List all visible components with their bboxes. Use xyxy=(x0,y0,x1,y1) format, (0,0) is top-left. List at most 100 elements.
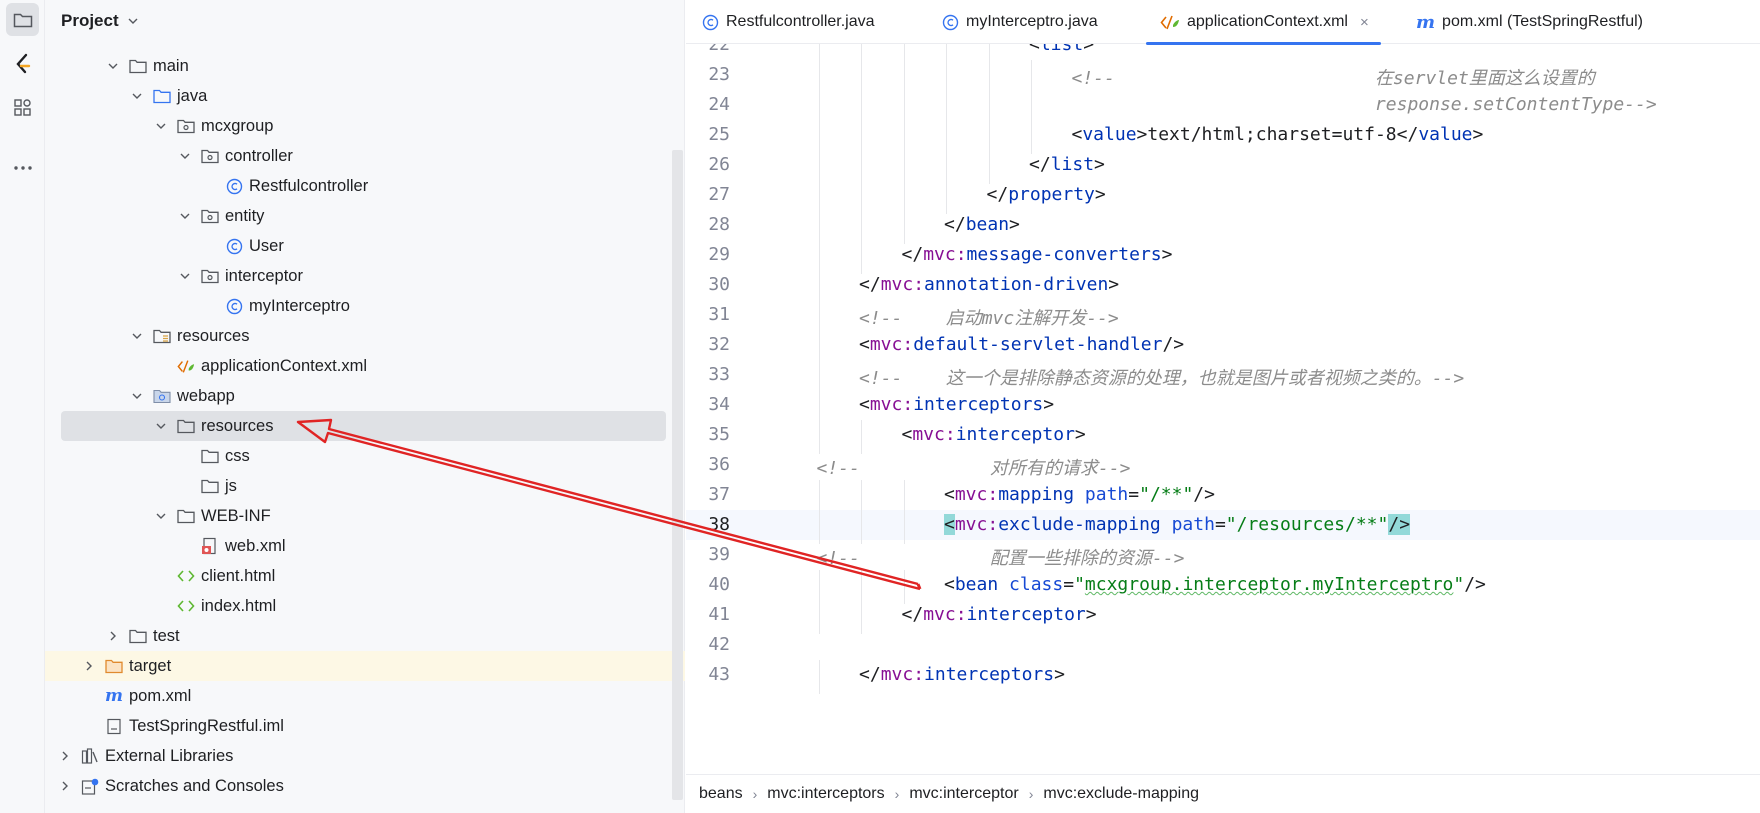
tree-item[interactable]: resources xyxy=(45,321,685,351)
line-number: 37 xyxy=(708,484,730,505)
tree-item[interactable]: test xyxy=(45,621,685,651)
tree-item[interactable]: web.xml xyxy=(45,531,685,561)
tree-item[interactable]: entity xyxy=(45,201,685,231)
code-line[interactable]: 28 </bean> xyxy=(686,210,1760,244)
folder-icon xyxy=(129,57,147,75)
code-token: interceptors xyxy=(924,664,1055,685)
chevron-down-icon[interactable] xyxy=(153,418,169,434)
code-line[interactable]: 26 </list> xyxy=(686,150,1760,184)
tree-item[interactable]: User xyxy=(45,231,685,261)
project-panel-title: Project xyxy=(61,11,119,30)
breadcrumb-item[interactable]: beans xyxy=(699,785,743,803)
tree-item[interactable]: TestSpringRestful.iml xyxy=(45,711,685,741)
code-text: <!-- 这一个是排除静态资源的处理，也就是图片或者视频之类的。--> xyxy=(859,364,1464,390)
tab-label: applicationContext.xml xyxy=(1187,13,1348,30)
tree-item[interactable]: mcxgroup xyxy=(45,111,685,141)
tree-item[interactable]: index.html xyxy=(45,591,685,621)
code-line[interactable]: 41 </mvc:interceptor> xyxy=(686,600,1760,634)
tree-item[interactable]: js xyxy=(45,471,685,501)
tree-item[interactable]: Restfulcontroller xyxy=(45,171,685,201)
code-line[interactable]: 23 <!-- 在servlet里面这么设置的 xyxy=(686,60,1760,94)
tree-item[interactable]: WEB-INF xyxy=(45,501,685,531)
code-line[interactable]: 42 xyxy=(686,630,1760,660)
project-tree-scrollbar[interactable] xyxy=(672,150,683,800)
tab-myinterceptro[interactable]: myInterceptro.java xyxy=(942,0,1098,44)
tree-item[interactable]: myInterceptro xyxy=(45,291,685,321)
tree-item[interactable]: m pom.xml xyxy=(45,681,685,711)
code-line[interactable]: 29 </mvc:message-converters> xyxy=(686,240,1760,274)
code-line[interactable]: 31 <!-- 启动mvc注解开发--> xyxy=(686,300,1760,334)
chevron-down-icon[interactable] xyxy=(129,88,145,104)
project-tool-button[interactable] xyxy=(6,3,39,36)
tree-item[interactable]: resources xyxy=(61,411,666,441)
tree-item[interactable]: controller xyxy=(45,141,685,171)
code-token: message-converters xyxy=(966,244,1162,265)
tree-item[interactable]: External Libraries xyxy=(45,741,685,771)
tree-item[interactable]: main xyxy=(45,51,685,81)
tree-item[interactable]: client.html xyxy=(45,561,685,591)
code-line[interactable]: 30 </mvc:annotation-driven> xyxy=(686,270,1760,304)
code-token: < xyxy=(1029,44,1040,55)
chevron-down-icon[interactable] xyxy=(177,268,193,284)
code-line[interactable]: 34 <mvc:interceptors> xyxy=(686,390,1760,424)
indent-guide xyxy=(903,60,905,94)
structure-tool-button[interactable] xyxy=(6,91,39,124)
code-token: /> xyxy=(1388,514,1411,535)
tree-item-label: WEB-INF xyxy=(201,506,271,525)
chevron-down-icon[interactable] xyxy=(129,388,145,404)
chevron-down-icon[interactable] xyxy=(177,148,193,164)
tab-applicationcontext[interactable]: applicationContext.xml × xyxy=(1146,0,1381,45)
code-line[interactable]: 24 response.setContentType--> xyxy=(686,90,1760,124)
tree-item[interactable]: webapp xyxy=(45,381,685,411)
breadcrumb-item[interactable]: mvc:interceptors xyxy=(767,785,884,803)
breadcrumb-item[interactable]: mvc:interceptor xyxy=(909,785,1018,803)
code-token: > xyxy=(1094,184,1106,205)
tree-item[interactable]: applicationContext.xml xyxy=(45,351,685,381)
more-tools-button[interactable] xyxy=(6,151,39,184)
indent-guide xyxy=(903,570,905,604)
tree-item-label: TestSpringRestful.iml xyxy=(129,716,284,735)
chevron-down-icon[interactable] xyxy=(129,328,145,344)
chevron-down-icon[interactable] xyxy=(153,118,169,134)
code-line[interactable]: 38 <mvc:exclude-mapping path="/resources/… xyxy=(686,510,1760,544)
tree-item[interactable]: Scratches and Consoles xyxy=(45,771,685,801)
chevron-right-icon: › xyxy=(894,786,900,802)
tab-restfulcontroller[interactable]: Restfulcontroller.java xyxy=(702,0,875,44)
chevron-right-icon[interactable] xyxy=(105,628,121,644)
code-line[interactable]: 32 <mvc:default-servlet-handler/> xyxy=(686,330,1760,364)
code-line[interactable]: 36 <!-- 对所有的请求--> xyxy=(686,450,1760,480)
code-line[interactable]: 33 <!-- 这一个是排除静态资源的处理，也就是图片或者视频之类的。--> xyxy=(686,360,1760,394)
project-panel-header[interactable]: Project xyxy=(45,0,685,42)
tab-pom[interactable]: m pom.xml (TestSpringRestful) xyxy=(1416,0,1643,44)
code-line[interactable]: 27 </property> xyxy=(686,180,1760,214)
close-tab-icon[interactable]: × xyxy=(1360,14,1369,31)
tree-item[interactable]: java xyxy=(45,81,685,111)
leetcode-plugin-button[interactable] xyxy=(6,47,39,80)
code-line[interactable]: 35 <mvc:interceptor> xyxy=(686,420,1760,454)
code-line[interactable]: 43 </mvc:interceptors> xyxy=(686,660,1760,694)
code-token: default-servlet-handler xyxy=(913,334,1163,355)
code-line[interactable]: 22 <list> xyxy=(686,44,1760,64)
code-line[interactable]: 25 <value>text/html;charset=utf-8</value> xyxy=(686,120,1760,154)
code-editor[interactable]: 22 <list> 23 <!-- 在servlet里面这么设置的 24 respons… xyxy=(686,44,1760,774)
chevron-down-icon[interactable] xyxy=(153,508,169,524)
tree-item[interactable]: css xyxy=(45,441,685,471)
code-token: /> xyxy=(1162,334,1185,355)
source-folder-icon xyxy=(153,87,171,105)
chevron-right-icon[interactable] xyxy=(81,658,97,674)
library-icon xyxy=(81,747,99,765)
breadcrumb-item[interactable]: mvc:exclude-mapping xyxy=(1043,785,1199,803)
code-line[interactable]: 39 <!-- 配置一些排除的资源--> xyxy=(686,540,1760,570)
chevron-right-icon[interactable] xyxy=(57,778,73,794)
tree-item[interactable]: interceptor xyxy=(45,261,685,291)
tree-item[interactable]: target xyxy=(45,651,685,681)
code-line[interactable]: 40 <bean class="mcxgroup.interceptor.myIn… xyxy=(686,570,1760,604)
code-token: mvc: xyxy=(912,424,956,445)
line-number: 25 xyxy=(708,124,730,145)
chevron-down-icon[interactable] xyxy=(177,208,193,224)
code-token: mapping xyxy=(998,484,1085,505)
code-line[interactable]: 37 <mvc:mapping path="/**"/> xyxy=(686,480,1760,514)
chevron-right-icon[interactable] xyxy=(57,748,73,764)
chevron-down-icon[interactable] xyxy=(127,17,139,25)
chevron-down-icon[interactable] xyxy=(105,58,121,74)
